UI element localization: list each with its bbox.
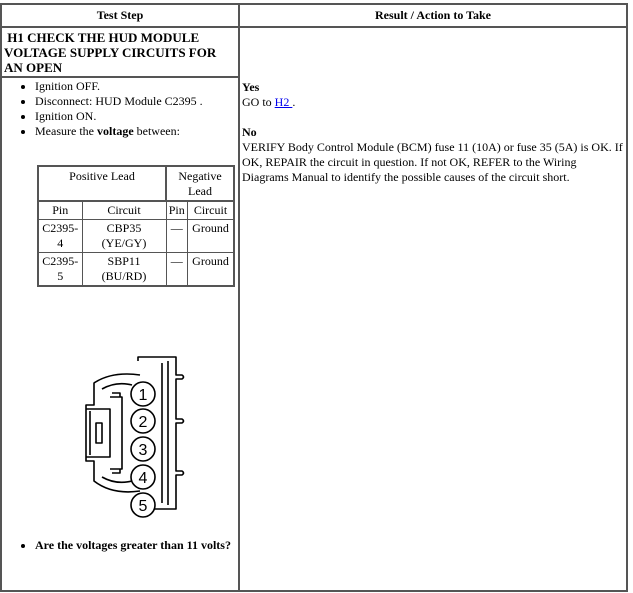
measure-suffix: between: <box>133 124 180 138</box>
step-list: Ignition OFF. Disconnect: HUD Module C23… <box>2 79 238 139</box>
question-list: Are the voltages greater than 11 volts? <box>2 538 238 553</box>
step-title-text: H1 CHECK THE HUD MODULE VOLTAGE SUPPLY C… <box>4 30 217 75</box>
result-cell: Yes GO to H2 . No VERIFY Body Control Mo… <box>238 26 628 592</box>
circuit-cell: SBP11 (BU/RD) <box>81 252 167 287</box>
steps-cell: Ignition OFF. Disconnect: HUD Module C23… <box>0 76 240 592</box>
table-row: C2395-4 CBP35 (YE/GY) — Ground <box>37 219 235 253</box>
yes-suffix: . <box>292 95 296 109</box>
header-row: Test Step Result / Action to Take <box>0 3 628 28</box>
circuit-cell: Ground <box>186 252 235 287</box>
step-item: Measure the voltage between: <box>35 124 238 139</box>
result-content: Yes GO to H2 . No VERIFY Body Control Mo… <box>242 80 626 185</box>
connector-pins: 1 2 3 4 5 <box>130 381 156 518</box>
pin-label: 1 <box>139 387 148 404</box>
positive-lead-header: Positive Lead <box>37 165 167 202</box>
pin-cell: — <box>165 252 188 287</box>
col-pin: Pin <box>37 200 83 220</box>
pin-cell: — <box>165 219 188 253</box>
yes-label: Yes <box>242 80 260 94</box>
col-circuit: Circuit <box>186 200 235 220</box>
measure-prefix: Measure the <box>35 124 97 138</box>
no-action: VERIFY Body Control Module (BCM) fuse 11… <box>242 140 623 184</box>
negative-lead-header: Negative Lead <box>165 165 235 202</box>
col-circuit: Circuit <box>81 200 167 220</box>
pin-cell: C2395-4 <box>37 219 83 253</box>
table-row: C2395-5 SBP11 (BU/RD) — Ground <box>37 252 235 287</box>
circuit-cell: Ground <box>186 219 235 253</box>
step-item: Ignition OFF. <box>35 79 238 94</box>
measure-bold: voltage <box>96 124 134 138</box>
pin-label: 2 <box>139 414 148 431</box>
h2-link[interactable]: H2 <box>275 95 293 109</box>
step-title: H1 CHECK THE HUD MODULE VOLTAGE SUPPLY C… <box>0 26 240 78</box>
pin-cell: C2395-5 <box>37 252 83 287</box>
no-label: No <box>242 125 257 139</box>
pin-label: 5 <box>139 498 148 515</box>
pin-label: 3 <box>139 442 148 459</box>
step-item: Ignition ON. <box>35 109 238 124</box>
circuit-cell: CBP35 (YE/GY) <box>81 219 167 253</box>
step-item: Disconnect: HUD Module C2395 . <box>35 94 238 109</box>
pin-label: 4 <box>139 470 148 487</box>
lead-table: Positive Lead Negative Lead Pin Circuit … <box>37 165 235 287</box>
yes-prefix: GO to <box>242 95 275 109</box>
header-test-step: Test Step <box>0 3 240 28</box>
yes-action: GO to H2 . <box>242 95 626 110</box>
question-item: Are the voltages greater than 11 volts? <box>35 538 238 553</box>
header-result-action: Result / Action to Take <box>238 3 628 28</box>
col-pin: Pin <box>165 200 188 220</box>
title-row: H1 CHECK THE HUD MODULE VOLTAGE SUPPLY C… <box>0 26 628 592</box>
diagnostic-table: Test Step Result / Action to Take H1 CHE… <box>0 3 628 592</box>
